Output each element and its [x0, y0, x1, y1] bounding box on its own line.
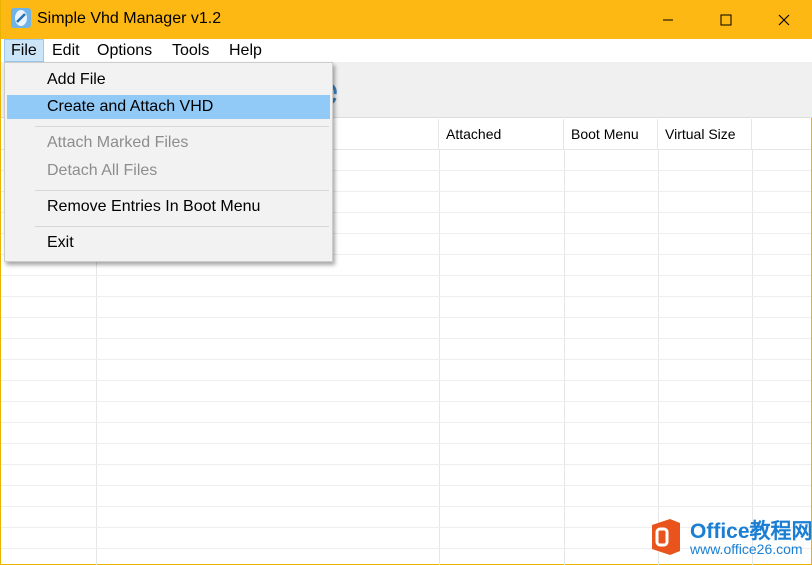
menu-options[interactable]: Options — [91, 39, 158, 62]
table-row[interactable] — [1, 402, 811, 423]
table-row[interactable] — [1, 339, 811, 360]
menu-bar: File Edit Options Tools Help — [1, 39, 812, 62]
menu-separator — [35, 190, 329, 191]
menu-item-remove-boot-entries[interactable]: Remove Entries In Boot Menu — [7, 195, 330, 219]
menu-separator — [35, 226, 329, 227]
menu-item-create-attach-vhd[interactable]: Create and Attach VHD — [7, 95, 330, 119]
column-header-virtual-size[interactable]: Virtual Size — [658, 119, 752, 150]
maximize-icon — [720, 14, 732, 25]
watermark-url: www.office26.com — [690, 541, 803, 557]
app-window: Simple Vhd Manager v1.2 File Edit Option… — [0, 0, 812, 565]
menu-separator — [35, 126, 329, 127]
close-icon — [778, 14, 790, 25]
table-row[interactable] — [1, 360, 811, 381]
menu-file[interactable]: File — [4, 39, 44, 62]
menu-item-add-file[interactable]: Add File — [7, 68, 330, 92]
table-row[interactable] — [1, 444, 811, 465]
watermark: Office教程网 www.office26.com — [646, 513, 812, 561]
maximize-button[interactable] — [697, 0, 755, 39]
table-row[interactable] — [1, 486, 811, 507]
vhd-app-icon — [10, 7, 32, 29]
column-header-attached[interactable]: Attached — [439, 119, 564, 150]
minimize-icon — [663, 19, 673, 20]
table-row[interactable] — [1, 318, 811, 339]
table-row[interactable] — [1, 297, 811, 318]
menu-item-attach-marked-files: Attach Marked Files — [47, 134, 189, 151]
menu-item-exit[interactable]: Exit — [7, 231, 330, 255]
column-header-boot-menu[interactable]: Boot Menu — [564, 119, 658, 150]
menu-tools[interactable]: Tools — [166, 39, 215, 62]
table-row[interactable] — [1, 423, 811, 444]
menu-edit[interactable]: Edit — [46, 39, 86, 62]
file-menu-dropdown: Add File Create and Attach VHD Attach Ma… — [4, 62, 333, 262]
table-row[interactable] — [1, 465, 811, 486]
title-bar[interactable]: Simple Vhd Manager v1.2 — [1, 0, 812, 39]
menu-help[interactable]: Help — [223, 39, 268, 62]
window-title: Simple Vhd Manager v1.2 — [37, 10, 222, 27]
close-button[interactable] — [755, 0, 812, 39]
menu-item-detach-all-files: Detach All Files — [47, 162, 158, 179]
office-logo-icon — [648, 517, 684, 557]
minimize-button[interactable] — [639, 0, 697, 39]
table-row[interactable] — [1, 276, 811, 297]
table-row[interactable] — [1, 381, 811, 402]
